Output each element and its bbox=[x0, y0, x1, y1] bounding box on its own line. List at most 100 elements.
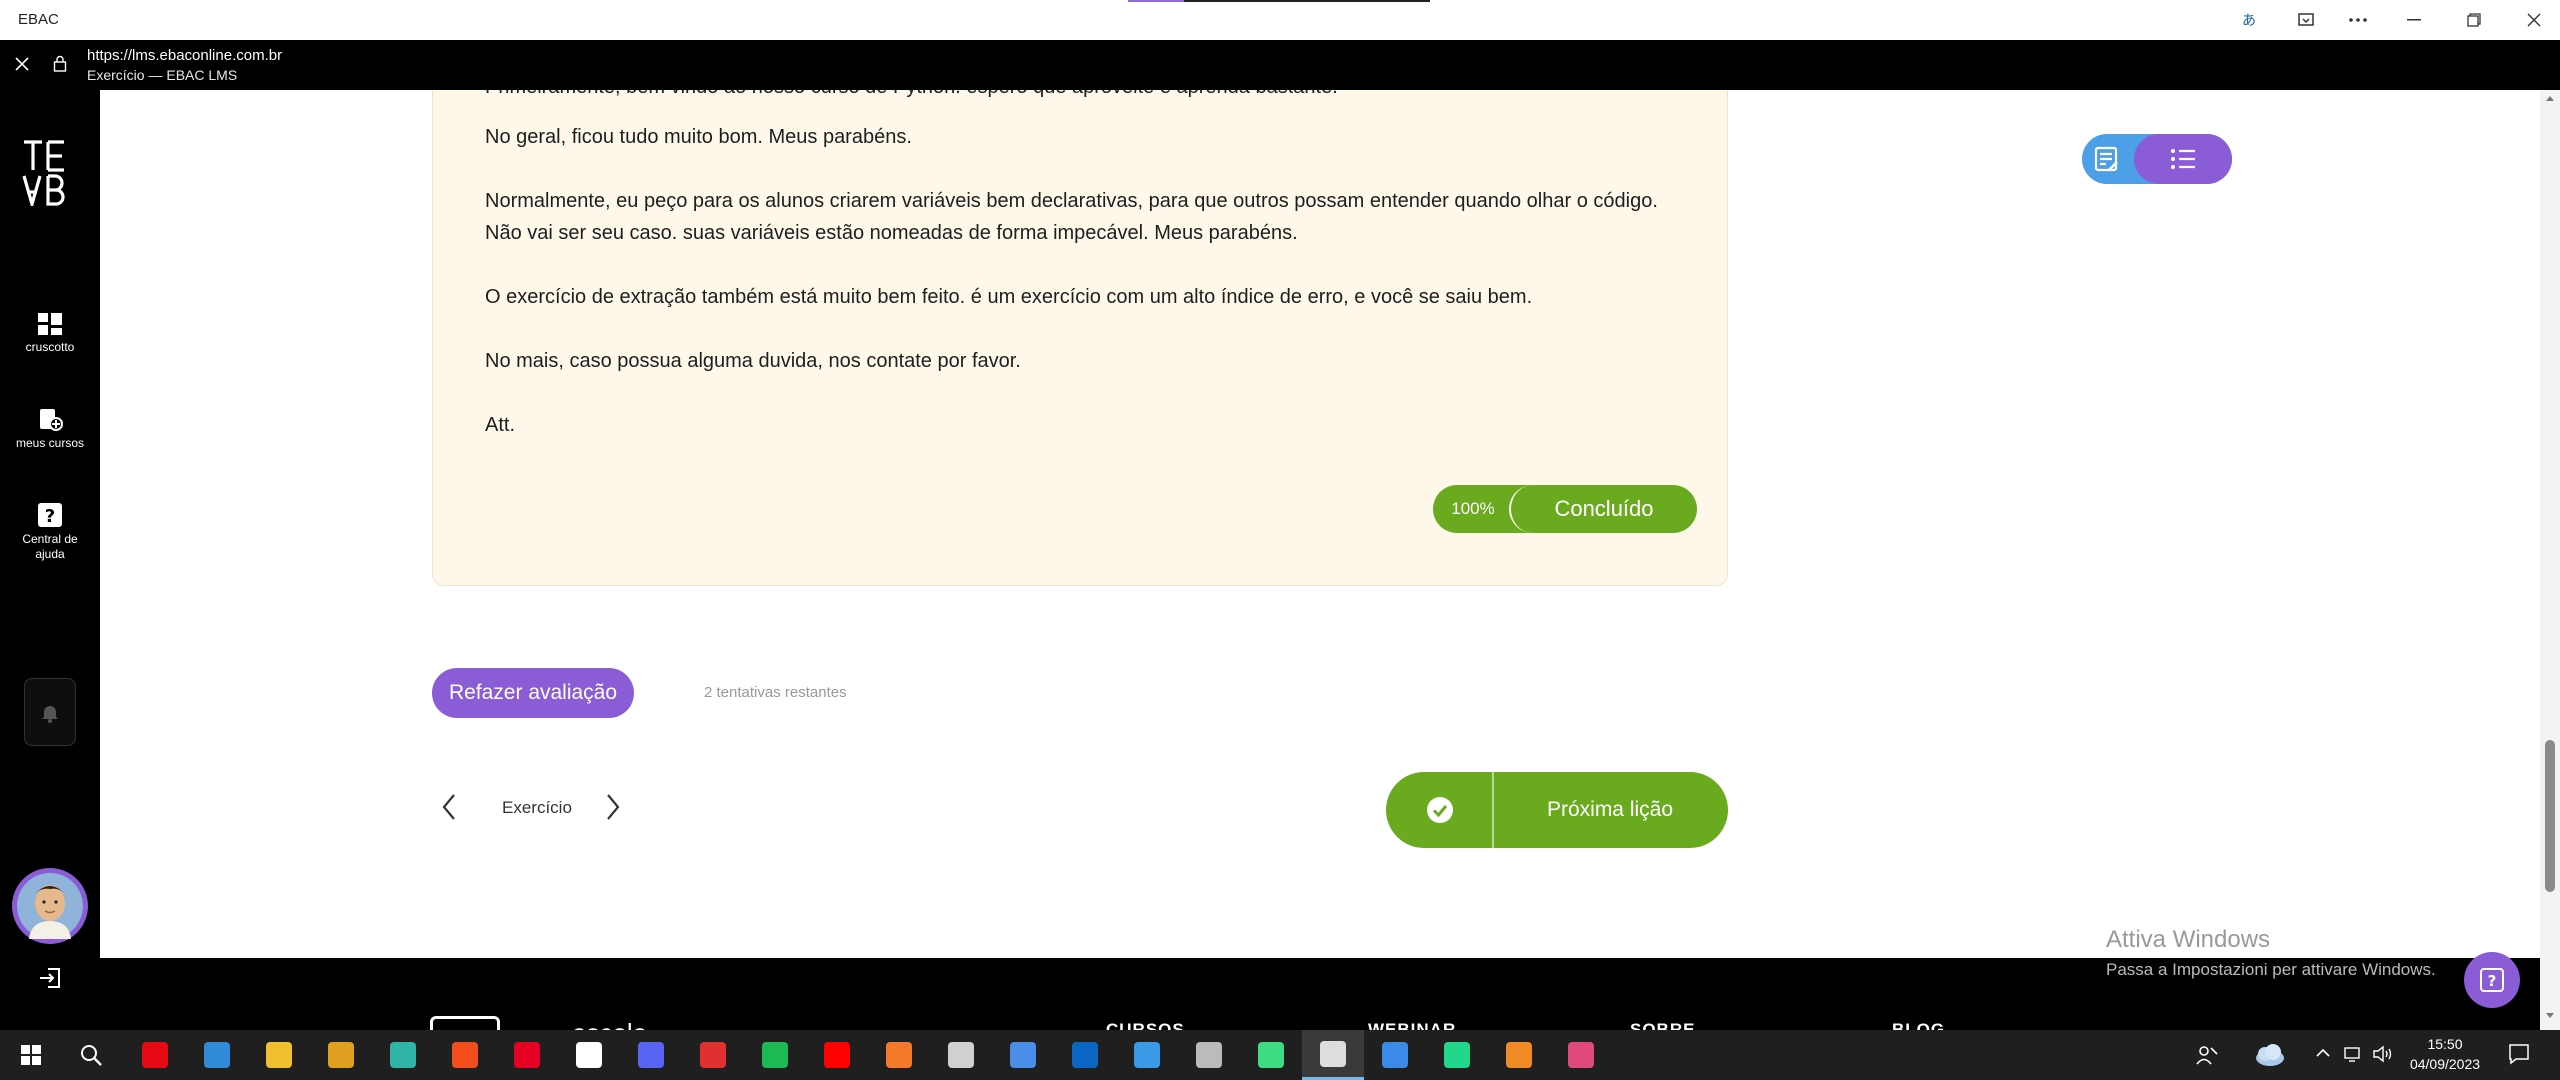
taskbar-app-discord[interactable] bbox=[620, 1030, 682, 1080]
close-icon[interactable] bbox=[14, 56, 30, 72]
footer-logo-mark bbox=[430, 1016, 500, 1030]
people-icon[interactable] bbox=[2196, 1044, 2218, 1066]
figma-alt-icon bbox=[1568, 1042, 1594, 1068]
store-icon bbox=[1134, 1042, 1160, 1068]
notification-center-icon[interactable] bbox=[2508, 1043, 2530, 1065]
ebac-logo[interactable] bbox=[20, 140, 78, 206]
translate-icon[interactable]: あ bbox=[2230, 5, 2274, 35]
next-lesson-button[interactable]: Próxima lição bbox=[1386, 772, 1728, 848]
feedback-line: O exercício de extração também está muit… bbox=[485, 286, 1533, 308]
footer-link[interactable]: BLOG bbox=[1892, 1020, 1945, 1030]
system-clock[interactable]: 15:50 04/09/2023 bbox=[2400, 1034, 2490, 1074]
taskbar-app-android-studio[interactable] bbox=[1240, 1030, 1302, 1080]
minimize-icon[interactable] bbox=[2392, 5, 2436, 35]
taskbar-app-netflix[interactable] bbox=[124, 1030, 186, 1080]
next-lesson-chevron-icon[interactable] bbox=[600, 792, 624, 822]
scrollbar-thumb[interactable] bbox=[2545, 740, 2555, 892]
weather-icon[interactable] bbox=[2252, 1042, 2286, 1068]
pinterest-icon bbox=[514, 1042, 540, 1068]
notes-icon[interactable] bbox=[2094, 146, 2120, 172]
youtube-icon bbox=[824, 1042, 850, 1068]
grade-percent: 100% bbox=[1451, 499, 1495, 518]
taskbar-app-pycharm[interactable] bbox=[1426, 1030, 1488, 1080]
address-bar: https://lms.ebaconline.com.br Exercício … bbox=[0, 40, 2560, 90]
lock-icon bbox=[53, 55, 67, 73]
more-icon[interactable] bbox=[2336, 5, 2380, 35]
notion-icon bbox=[576, 1042, 602, 1068]
snipping-icon bbox=[1320, 1040, 1346, 1067]
close-window-icon[interactable] bbox=[2512, 5, 2556, 35]
search-button[interactable] bbox=[60, 1030, 122, 1080]
url-text[interactable]: https://lms.ebaconline.com.br bbox=[87, 47, 282, 64]
taskbar-app-figma-alt[interactable] bbox=[1550, 1030, 1612, 1080]
help-icon: ? bbox=[38, 503, 62, 527]
svg-text:あ: あ bbox=[2242, 13, 2256, 29]
taskbar-app-store[interactable] bbox=[1116, 1030, 1178, 1080]
taskbar-app-linkedin[interactable] bbox=[1054, 1030, 1116, 1080]
figma-icon bbox=[452, 1042, 478, 1068]
tab-indicator bbox=[1128, 0, 1430, 2]
taskbar-app-youtube[interactable] bbox=[806, 1030, 868, 1080]
chevron-up-icon[interactable] bbox=[2316, 1048, 2330, 1058]
logout-icon[interactable] bbox=[38, 966, 62, 990]
taskbar-app-translator[interactable] bbox=[992, 1030, 1054, 1080]
network-icon[interactable] bbox=[2344, 1046, 2364, 1062]
taskbar-app-calculator[interactable] bbox=[1178, 1030, 1240, 1080]
help-icon: ? bbox=[2480, 968, 2504, 992]
taskbar-app-vscode[interactable] bbox=[186, 1030, 248, 1080]
clock-time: 15:50 bbox=[2427, 1036, 2463, 1052]
sidebar: cruscotto meus cursos ? Central de ajuda bbox=[0, 90, 100, 1030]
notifications-button[interactable] bbox=[24, 678, 76, 746]
calculator-icon bbox=[1196, 1042, 1222, 1068]
taskbar-app-edge[interactable] bbox=[372, 1030, 434, 1080]
windows-icon bbox=[21, 1045, 41, 1065]
redo-evaluation-button[interactable]: Refazer avaliação bbox=[432, 668, 634, 718]
taskbar-app-recorder[interactable] bbox=[682, 1030, 744, 1080]
footer-link[interactable]: WEBINAR bbox=[1368, 1020, 1456, 1030]
edge-icon bbox=[390, 1042, 416, 1068]
taskbar-app-addin[interactable] bbox=[1488, 1030, 1550, 1080]
attempts-remaining: 2 tentativas restantes bbox=[704, 684, 847, 701]
footer-logo-text: escola bbox=[572, 1018, 647, 1030]
window-titlebar: EBAC あ bbox=[0, 0, 2560, 40]
avatar[interactable] bbox=[12, 868, 88, 944]
start-button[interactable] bbox=[0, 1030, 62, 1080]
taskbar-app-todo[interactable] bbox=[1364, 1030, 1426, 1080]
page-scrollbar[interactable] bbox=[2540, 90, 2560, 1030]
taskbar-app-blender[interactable] bbox=[868, 1030, 930, 1080]
sidebar-item-dashboard[interactable]: cruscotto bbox=[0, 312, 100, 355]
taskbar-app-spotify[interactable] bbox=[744, 1030, 806, 1080]
taskbar-app-unreal[interactable] bbox=[930, 1030, 992, 1080]
taskbar-app-snipping[interactable] bbox=[1302, 1030, 1364, 1080]
help-chat-button[interactable]: ? bbox=[2464, 952, 2520, 1008]
footer-link[interactable]: CURSOS bbox=[1106, 1020, 1185, 1030]
translator-icon bbox=[1010, 1042, 1036, 1068]
discord-icon bbox=[638, 1042, 664, 1068]
restore-icon[interactable] bbox=[2452, 5, 2496, 35]
taskbar-app-file-explorer[interactable] bbox=[248, 1030, 310, 1080]
bell-icon bbox=[42, 706, 58, 723]
spotify-icon bbox=[762, 1042, 788, 1068]
volume-icon[interactable] bbox=[2372, 1045, 2394, 1063]
page-title: Exercício — EBAC LMS bbox=[87, 67, 238, 83]
sidebar-item-help-center[interactable]: ? Central de ajuda bbox=[0, 502, 100, 562]
sidebar-item-my-courses[interactable]: meus cursos bbox=[0, 408, 100, 451]
check-circle-icon bbox=[1426, 796, 1454, 824]
sidebar-item-label: meus cursos bbox=[15, 436, 85, 450]
taskbar-app-notion[interactable] bbox=[558, 1030, 620, 1080]
blender-icon bbox=[886, 1042, 912, 1068]
addin-icon bbox=[1506, 1042, 1532, 1068]
taskbar-app-figma[interactable] bbox=[434, 1030, 496, 1080]
taskbar-app-slack[interactable] bbox=[310, 1030, 372, 1080]
main-content: Primeiramente, bem vindo ao nosso curso … bbox=[100, 90, 2540, 958]
feedback-line: No mais, caso possua alguma duvida, nos … bbox=[485, 350, 1021, 372]
taskbar-app-pinterest[interactable] bbox=[496, 1030, 558, 1080]
previous-lesson-chevron-icon[interactable] bbox=[438, 792, 462, 822]
unreal-icon bbox=[948, 1042, 974, 1068]
lesson-nav-title: Exercício bbox=[502, 798, 572, 817]
collections-icon[interactable] bbox=[2284, 5, 2328, 35]
footer-link[interactable]: SOBRE bbox=[1630, 1020, 1695, 1030]
window-title: EBAC bbox=[18, 11, 59, 28]
list-view-toggle[interactable] bbox=[2134, 134, 2232, 184]
courses-icon bbox=[40, 409, 63, 431]
